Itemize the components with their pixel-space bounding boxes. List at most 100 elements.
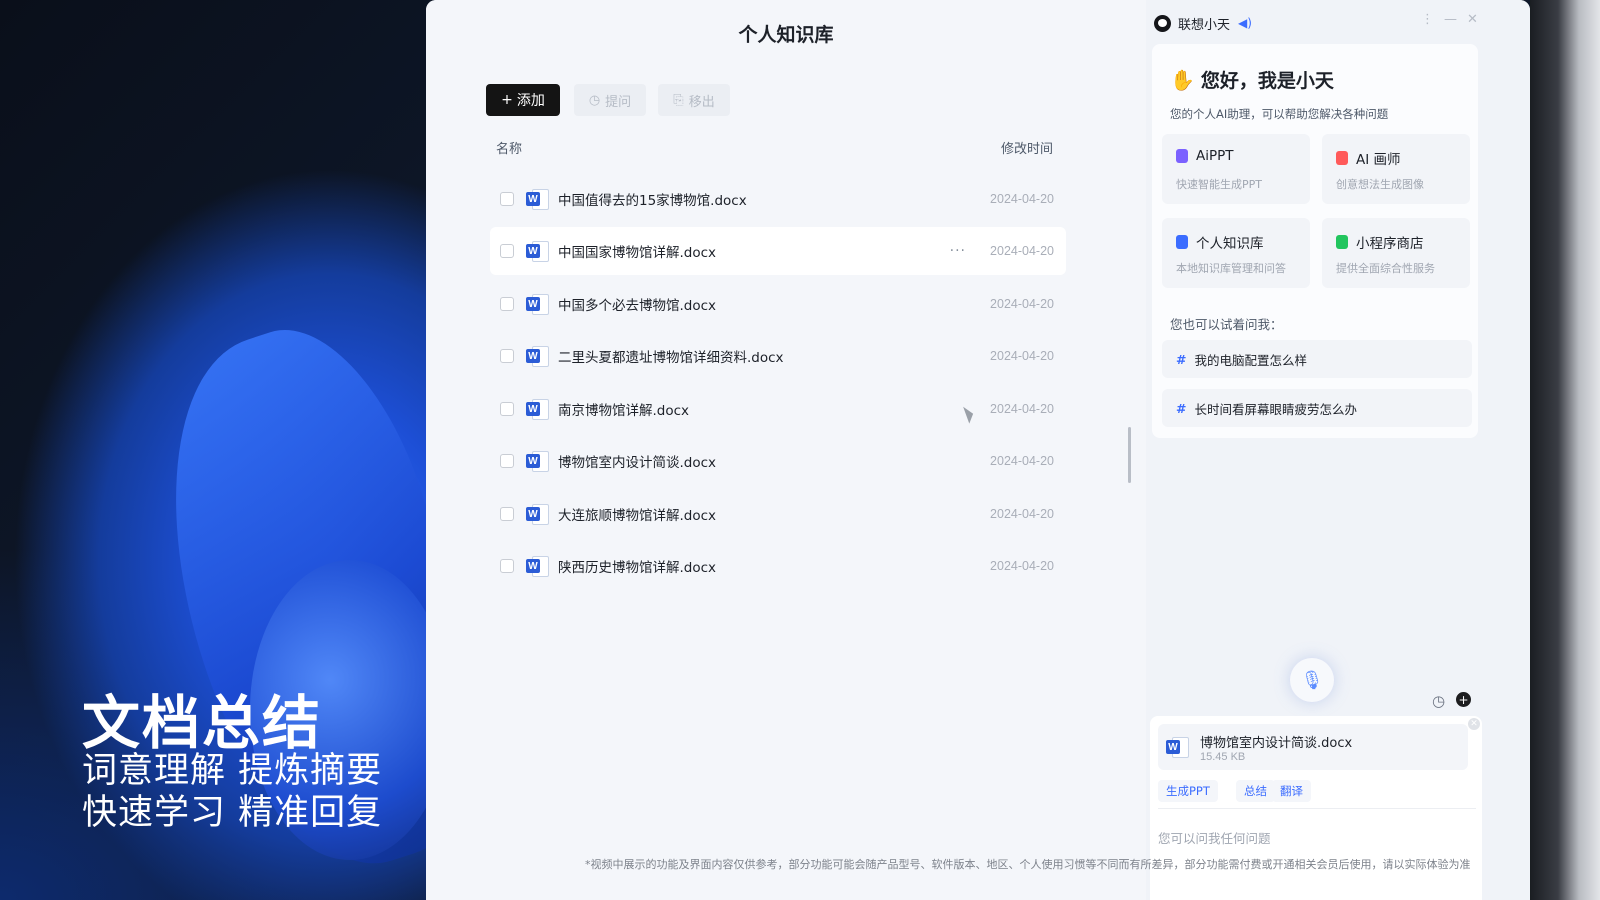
action-chip[interactable]: 总结 bbox=[1236, 780, 1275, 802]
attachment-name: 博物馆室内设计简谈.docx bbox=[1200, 736, 1353, 751]
word-doc-icon: W bbox=[526, 241, 549, 262]
export-icon: ⎘ bbox=[673, 92, 684, 108]
table-row[interactable]: W 陕西历史博物馆详解.docx 2024-04-20 bbox=[490, 542, 1066, 590]
assistant-name: 联想小天 bbox=[1178, 17, 1231, 33]
hash-icon: # bbox=[1176, 351, 1187, 367]
table-row[interactable]: W 中国多个必去博物馆.docx 2024-04-20 bbox=[490, 280, 1066, 328]
close-icon[interactable]: ✕ bbox=[1467, 12, 1478, 27]
suggestion-text: 我的电脑配置怎么样 bbox=[1194, 352, 1307, 368]
file-name: 中国国家博物馆详解.docx bbox=[558, 245, 717, 261]
feature-ai-painter[interactable]: AI 画师 创意想法生成图像 bbox=[1322, 134, 1470, 204]
feature-aippt[interactable]: AiPPT 快速智能生成PPT bbox=[1162, 134, 1310, 204]
background-edge bbox=[1530, 0, 1600, 900]
file-date: 2024-04-20 bbox=[990, 402, 1054, 416]
file-name: 中国值得去的15家博物馆.docx bbox=[558, 193, 747, 209]
column-header-time[interactable]: 修改时间 bbox=[1001, 138, 1053, 157]
remove-button-label: 移出 bbox=[688, 94, 715, 110]
greeting-subtitle: 您的个人AI助理，可以帮助您解决各种问题 bbox=[1170, 107, 1389, 121]
row-checkbox[interactable] bbox=[500, 507, 514, 521]
row-checkbox[interactable] bbox=[500, 402, 514, 416]
file-name: 南京博物馆详解.docx bbox=[558, 403, 690, 419]
scrollbar[interactable] bbox=[1128, 427, 1131, 483]
table-row[interactable]: W 中国国家博物馆详解.docx ··· 2024-04-20 bbox=[490, 227, 1066, 275]
word-doc-icon: W bbox=[526, 346, 549, 367]
more-icon[interactable]: ··· bbox=[950, 243, 966, 259]
question-icon: ◷ bbox=[588, 92, 601, 108]
page-title: 个人知识库 bbox=[738, 24, 834, 46]
action-chip[interactable]: 生成PPT bbox=[1158, 780, 1218, 802]
file-name: 大连旅顺博物馆详解.docx bbox=[558, 508, 717, 524]
word-doc-icon: W bbox=[526, 294, 549, 315]
remove-attachment-icon[interactable]: ✕ bbox=[1468, 718, 1480, 730]
ask-button[interactable]: ◷ 提问 bbox=[574, 84, 646, 116]
file-date: 2024-04-20 bbox=[990, 349, 1054, 363]
file-name: 博物馆室内设计简谈.docx bbox=[558, 455, 717, 471]
column-header-name[interactable]: 名称 bbox=[496, 138, 522, 157]
avatar bbox=[1154, 14, 1171, 32]
more-vertical-icon[interactable]: ⋮ bbox=[1421, 12, 1434, 27]
chat-input[interactable]: 您可以问我任何问题 bbox=[1158, 828, 1271, 847]
knowledge-base-panel: 个人知识库 + 添加 ◷ 提问 ⎘ 移出 名称 修改时间 W 中国值得去的15家… bbox=[426, 0, 1146, 900]
feature-title: 小程序商店 bbox=[1356, 236, 1424, 252]
file-date: 2024-04-20 bbox=[990, 297, 1054, 311]
new-chat-icon[interactable]: + bbox=[1456, 692, 1471, 707]
row-checkbox[interactable] bbox=[500, 192, 514, 206]
greeting-text: 您好，我是小天 bbox=[1200, 70, 1334, 92]
speaker-icon[interactable]: ◀) bbox=[1238, 16, 1252, 30]
word-doc-icon: W bbox=[526, 504, 549, 525]
minimize-icon[interactable]: — bbox=[1444, 12, 1457, 27]
table-row[interactable]: W 大连旅顺博物馆详解.docx 2024-04-20 bbox=[490, 490, 1066, 538]
row-checkbox[interactable] bbox=[500, 244, 514, 258]
row-checkbox[interactable] bbox=[500, 297, 514, 311]
feature-knowledge-base[interactable]: 个人知识库 本地知识库管理和问答 bbox=[1162, 218, 1310, 288]
plus-icon: + bbox=[501, 92, 513, 108]
divider bbox=[1158, 808, 1476, 809]
try-asking-label: 您也可以试着问我： bbox=[1170, 317, 1283, 332]
word-doc-icon: W bbox=[526, 556, 549, 577]
file-date: 2024-04-20 bbox=[990, 244, 1054, 258]
store-icon bbox=[1336, 235, 1348, 249]
ppt-icon bbox=[1176, 149, 1188, 163]
feature-mini-app-store[interactable]: 小程序商店 提供全面综合性服务 bbox=[1322, 218, 1470, 288]
feature-title: AiPPT bbox=[1196, 148, 1234, 164]
table-row[interactable]: W 二里头夏都遗址博物馆详细资料.docx 2024-04-20 bbox=[490, 332, 1066, 380]
file-name: 中国多个必去博物馆.docx bbox=[558, 298, 717, 314]
welcome-card: ✋ 您好，我是小天 您的个人AI助理，可以帮助您解决各种问题 AiPPT 快速智… bbox=[1152, 44, 1478, 438]
row-checkbox[interactable] bbox=[500, 559, 514, 573]
table-row[interactable]: W 博物馆室内设计简谈.docx 2024-04-20 bbox=[490, 437, 1066, 485]
feature-title: 个人知识库 bbox=[1196, 236, 1264, 252]
attachment-card[interactable]: W 博物馆室内设计简谈.docx 15.45 KB bbox=[1158, 724, 1468, 770]
overlay-line: 快速学习 精准回复 bbox=[82, 793, 383, 833]
suggestion-text: 长时间看屏幕眼睛疲劳怎么办 bbox=[1194, 401, 1357, 417]
feature-subtitle: 快速智能生成PPT bbox=[1176, 178, 1262, 191]
feature-title: AI 画师 bbox=[1356, 152, 1401, 168]
remove-button[interactable]: ⎘ 移出 bbox=[658, 84, 730, 116]
feature-subtitle: 本地知识库管理和问答 bbox=[1176, 262, 1286, 275]
wave-hand-icon: ✋ bbox=[1170, 67, 1195, 92]
greeting: ✋ 您好，我是小天 bbox=[1170, 66, 1334, 93]
file-date: 2024-04-20 bbox=[990, 559, 1054, 573]
row-checkbox[interactable] bbox=[500, 349, 514, 363]
book-icon bbox=[1176, 235, 1188, 249]
microphone-icon[interactable]: 🎙 bbox=[1290, 658, 1334, 702]
chat-input-area: W 博物馆室内设计简谈.docx 15.45 KB ✕ 生成PPT 总结 翻译 … bbox=[1150, 716, 1482, 900]
file-date: 2024-04-20 bbox=[990, 507, 1054, 521]
file-name: 二里头夏都遗址博物馆详细资料.docx bbox=[558, 350, 784, 366]
add-button[interactable]: + 添加 bbox=[486, 84, 560, 116]
suggestion-item[interactable]: # 我的电脑配置怎么样 bbox=[1162, 340, 1472, 378]
table-row[interactable]: W 中国值得去的15家博物馆.docx 2024-04-20 bbox=[490, 175, 1066, 223]
feature-subtitle: 创意想法生成图像 bbox=[1336, 178, 1424, 191]
row-checkbox[interactable] bbox=[500, 454, 514, 468]
action-chip[interactable]: 翻译 bbox=[1272, 780, 1311, 802]
paint-icon bbox=[1336, 151, 1348, 165]
attachment-size: 15.45 KB bbox=[1200, 751, 1246, 763]
word-doc-icon: W bbox=[1166, 737, 1189, 758]
word-doc-icon: W bbox=[526, 189, 549, 210]
history-icon[interactable]: ◷ bbox=[1432, 692, 1445, 710]
table-row[interactable]: W 南京博物馆详解.docx 2024-04-20 bbox=[490, 385, 1066, 433]
suggestion-item[interactable]: # 长时间看屏幕眼睛疲劳怎么办 bbox=[1162, 389, 1472, 427]
assistant-header: 联想小天 ◀) bbox=[1154, 12, 1514, 34]
ask-button-label: 提问 bbox=[605, 94, 632, 110]
hash-icon: # bbox=[1176, 400, 1187, 416]
word-doc-icon: W bbox=[526, 451, 549, 472]
